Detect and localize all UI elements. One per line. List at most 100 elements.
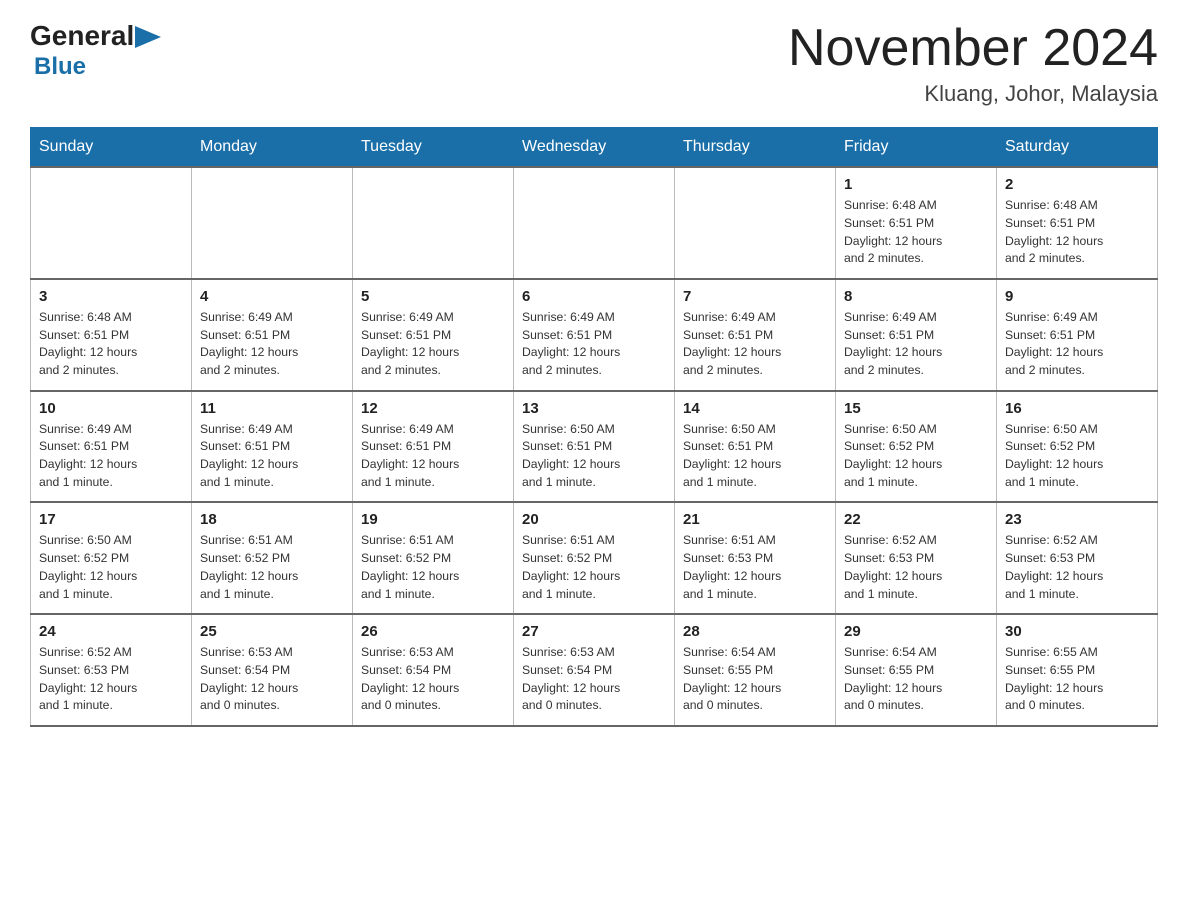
table-row: [31, 167, 192, 279]
col-tuesday: Tuesday: [353, 128, 514, 168]
month-year-heading: November 2024: [788, 20, 1158, 77]
day-info: Sunrise: 6:52 AMSunset: 6:53 PMDaylight:…: [1005, 532, 1149, 603]
col-wednesday: Wednesday: [514, 128, 675, 168]
table-row: 8 Sunrise: 6:49 AMSunset: 6:51 PMDaylight…: [836, 279, 997, 391]
col-saturday: Saturday: [997, 128, 1158, 168]
day-info: Sunrise: 6:53 AMSunset: 6:54 PMDaylight:…: [200, 644, 344, 715]
table-row: 28 Sunrise: 6:54 AMSunset: 6:55 PMDayligh…: [675, 614, 836, 726]
day-number: 23: [1005, 511, 1149, 528]
day-number: 14: [683, 400, 827, 417]
day-number: 29: [844, 623, 988, 640]
table-row: 30 Sunrise: 6:55 AMSunset: 6:55 PMDayligh…: [997, 614, 1158, 726]
table-row: 25 Sunrise: 6:53 AMSunset: 6:54 PMDayligh…: [192, 614, 353, 726]
day-number: 16: [1005, 400, 1149, 417]
day-info: Sunrise: 6:49 AMSunset: 6:51 PMDaylight:…: [200, 309, 344, 380]
day-info: Sunrise: 6:48 AMSunset: 6:51 PMDaylight:…: [844, 197, 988, 268]
day-info: Sunrise: 6:49 AMSunset: 6:51 PMDaylight:…: [361, 421, 505, 492]
table-row: 19Sunrise: 6:51 AMSunset: 6:52 PMDayligh…: [353, 502, 514, 614]
table-row: 22 Sunrise: 6:52 AMSunset: 6:53 PMDayligh…: [836, 502, 997, 614]
day-number: 9: [1005, 288, 1149, 305]
day-number: 26: [361, 623, 505, 640]
table-row: 9 Sunrise: 6:49 AMSunset: 6:51 PMDaylight…: [997, 279, 1158, 391]
day-info: Sunrise: 6:51 AMSunset: 6:53 PMDaylight:…: [683, 532, 827, 603]
day-info: Sunrise: 6:53 AMSunset: 6:54 PMDaylight:…: [361, 644, 505, 715]
day-number: 15: [844, 400, 988, 417]
day-info: Sunrise: 6:49 AMSunset: 6:51 PMDaylight:…: [361, 309, 505, 380]
day-info: Sunrise: 6:49 AMSunset: 6:51 PMDaylight:…: [522, 309, 666, 380]
day-number: 30: [1005, 623, 1149, 640]
day-info: Sunrise: 6:49 AMSunset: 6:51 PMDaylight:…: [39, 421, 183, 492]
col-sunday: Sunday: [31, 128, 192, 168]
day-number: 12: [361, 400, 505, 417]
table-row: 1 Sunrise: 6:48 AMSunset: 6:51 PMDaylight…: [836, 167, 997, 279]
day-number: 10: [39, 400, 183, 417]
day-number: 13: [522, 400, 666, 417]
day-number: 5: [361, 288, 505, 305]
day-info: Sunrise: 6:49 AMSunset: 6:51 PMDaylight:…: [683, 309, 827, 380]
table-row: 20Sunrise: 6:51 AMSunset: 6:52 PMDayligh…: [514, 502, 675, 614]
calendar-week-row: 17 Sunrise: 6:50 AMSunset: 6:52 PMDayligh…: [31, 502, 1158, 614]
day-number: 17: [39, 511, 183, 528]
calendar-week-row: 24Sunrise: 6:52 AMSunset: 6:53 PMDayligh…: [31, 614, 1158, 726]
table-row: [675, 167, 836, 279]
page-header: General Blue November 2024 Kluang, Johor…: [30, 20, 1158, 107]
day-number: 28: [683, 623, 827, 640]
calendar-header-row: Sunday Monday Tuesday Wednesday Thursday…: [31, 128, 1158, 168]
day-number: 25: [200, 623, 344, 640]
table-row: 18 Sunrise: 6:51 AMSunset: 6:52 PMDayligh…: [192, 502, 353, 614]
day-info: Sunrise: 6:51 AMSunset: 6:52 PMDaylight:…: [200, 532, 344, 603]
table-row: [514, 167, 675, 279]
day-number: 1: [844, 176, 988, 193]
table-row: 4 Sunrise: 6:49 AMSunset: 6:51 PMDaylight…: [192, 279, 353, 391]
day-info: Sunrise: 6:50 AMSunset: 6:52 PMDaylight:…: [844, 421, 988, 492]
day-info: Sunrise: 6:49 AMSunset: 6:51 PMDaylight:…: [200, 421, 344, 492]
calendar-week-row: 1 Sunrise: 6:48 AMSunset: 6:51 PMDaylight…: [31, 167, 1158, 279]
day-number: 4: [200, 288, 344, 305]
calendar-week-row: 3 Sunrise: 6:48 AMSunset: 6:51 PMDaylight…: [31, 279, 1158, 391]
day-info: Sunrise: 6:55 AMSunset: 6:55 PMDaylight:…: [1005, 644, 1149, 715]
table-row: 23 Sunrise: 6:52 AMSunset: 6:53 PMDayligh…: [997, 502, 1158, 614]
day-info: Sunrise: 6:49 AMSunset: 6:51 PMDaylight:…: [1005, 309, 1149, 380]
day-info: Sunrise: 6:50 AMSunset: 6:51 PMDaylight:…: [522, 421, 666, 492]
day-number: 20: [522, 511, 666, 528]
logo: General Blue: [30, 20, 161, 81]
day-number: 18: [200, 511, 344, 528]
day-info: Sunrise: 6:52 AMSunset: 6:53 PMDaylight:…: [39, 644, 183, 715]
day-info: Sunrise: 6:53 AMSunset: 6:54 PMDaylight:…: [522, 644, 666, 715]
table-row: 15 Sunrise: 6:50 AMSunset: 6:52 PMDayligh…: [836, 391, 997, 503]
day-number: 11: [200, 400, 344, 417]
location-text: Kluang, Johor, Malaysia: [788, 81, 1158, 107]
day-info: Sunrise: 6:52 AMSunset: 6:53 PMDaylight:…: [844, 532, 988, 603]
day-number: 27: [522, 623, 666, 640]
table-row: 14Sunrise: 6:50 AMSunset: 6:51 PMDayligh…: [675, 391, 836, 503]
day-number: 19: [361, 511, 505, 528]
table-row: 5 Sunrise: 6:49 AMSunset: 6:51 PMDaylight…: [353, 279, 514, 391]
day-info: Sunrise: 6:54 AMSunset: 6:55 PMDaylight:…: [683, 644, 827, 715]
table-row: 10 Sunrise: 6:49 AMSunset: 6:51 PMDayligh…: [31, 391, 192, 503]
day-number: 22: [844, 511, 988, 528]
day-info: Sunrise: 6:48 AMSunset: 6:51 PMDaylight:…: [1005, 197, 1149, 268]
table-row: 11 Sunrise: 6:49 AMSunset: 6:51 PMDayligh…: [192, 391, 353, 503]
col-friday: Friday: [836, 128, 997, 168]
calendar-week-row: 10 Sunrise: 6:49 AMSunset: 6:51 PMDayligh…: [31, 391, 1158, 503]
day-number: 21: [683, 511, 827, 528]
col-monday: Monday: [192, 128, 353, 168]
day-number: 7: [683, 288, 827, 305]
day-info: Sunrise: 6:50 AMSunset: 6:52 PMDaylight:…: [39, 532, 183, 603]
table-row: 17 Sunrise: 6:50 AMSunset: 6:52 PMDayligh…: [31, 502, 192, 614]
day-number: 6: [522, 288, 666, 305]
day-info: Sunrise: 6:54 AMSunset: 6:55 PMDaylight:…: [844, 644, 988, 715]
calendar-table: Sunday Monday Tuesday Wednesday Thursday…: [30, 127, 1158, 727]
day-number: 8: [844, 288, 988, 305]
day-number: 3: [39, 288, 183, 305]
calendar-title: November 2024 Kluang, Johor, Malaysia: [788, 20, 1158, 107]
day-info: Sunrise: 6:49 AMSunset: 6:51 PMDaylight:…: [844, 309, 988, 380]
table-row: 29 Sunrise: 6:54 AMSunset: 6:55 PMDayligh…: [836, 614, 997, 726]
col-thursday: Thursday: [675, 128, 836, 168]
table-row: [192, 167, 353, 279]
table-row: 13 Sunrise: 6:50 AMSunset: 6:51 PMDayligh…: [514, 391, 675, 503]
table-row: 12 Sunrise: 6:49 AMSunset: 6:51 PMDayligh…: [353, 391, 514, 503]
table-row: 27 Sunrise: 6:53 AMSunset: 6:54 PMDayligh…: [514, 614, 675, 726]
day-number: 2: [1005, 176, 1149, 193]
day-info: Sunrise: 6:48 AMSunset: 6:51 PMDaylight:…: [39, 309, 183, 380]
